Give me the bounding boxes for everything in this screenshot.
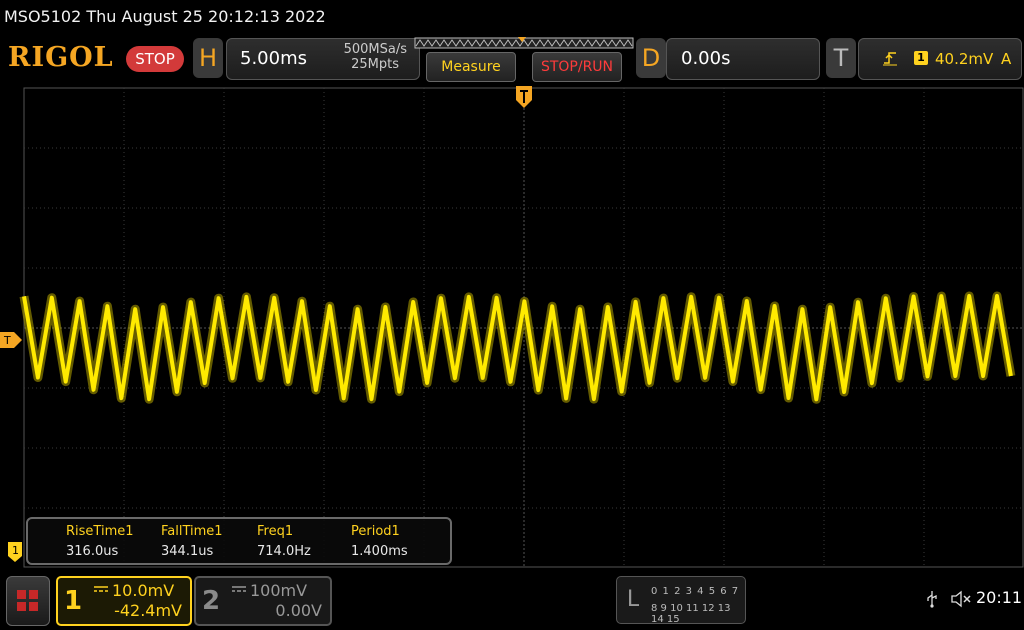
waveform-display[interactable] bbox=[0, 84, 1024, 568]
trigger-mode: A bbox=[1001, 50, 1012, 68]
ch1-offset-marker-label: 1 bbox=[12, 544, 19, 557]
ch1-offset: -42.4mV bbox=[114, 601, 182, 620]
measurement-name: RiseTime1 bbox=[66, 524, 134, 539]
menu-grid-icon bbox=[17, 590, 38, 611]
stop-run-button[interactable]: STOP/RUN bbox=[532, 52, 622, 82]
trigger-menu-button[interactable]: T bbox=[826, 38, 856, 78]
measurement-rise-time: RiseTime1 316.0us bbox=[66, 519, 134, 559]
ch1-number: 1 bbox=[64, 586, 83, 616]
measurement-value: 1.400ms bbox=[351, 544, 408, 559]
memory-position-strip[interactable] bbox=[414, 37, 634, 49]
trigger-panel[interactable]: 1 40.2mV A bbox=[858, 38, 1022, 80]
measurement-frequency: Freq1 714.0Hz bbox=[257, 519, 311, 559]
logic-channels-row2: 8 9 10 11 12 13 14 15 bbox=[651, 603, 731, 625]
main-menu-button[interactable] bbox=[6, 576, 50, 626]
measurement-period: Period1 1.400ms bbox=[351, 519, 408, 559]
measurement-value: 714.0Hz bbox=[257, 544, 311, 559]
measurement-panel[interactable]: RiseTime1 316.0us FallTime1 344.1us Freq… bbox=[26, 517, 452, 565]
trigger-level-marker[interactable]: T bbox=[0, 332, 22, 348]
ch2-vertical-scale: 100mV bbox=[250, 581, 308, 600]
sample-rate: 500MSa/s bbox=[343, 42, 407, 57]
measurement-value: 344.1us bbox=[161, 544, 214, 559]
horizontal-panel[interactable]: 5.00ms 500MSa/s 25Mpts bbox=[226, 38, 420, 80]
logic-channels-row1: 0 1 2 3 4 5 6 7 bbox=[651, 586, 740, 597]
measurement-name: Period1 bbox=[351, 524, 400, 539]
measurement-name: FallTime1 bbox=[161, 524, 223, 539]
trigger-position-marker[interactable] bbox=[516, 86, 532, 110]
ch1-vertical-scale: 10.0mV bbox=[112, 581, 175, 600]
trigger-level-marker-label: T bbox=[3, 334, 11, 347]
trigger-level: 40.2mV bbox=[935, 50, 994, 68]
delay-panel[interactable]: 0.00s bbox=[666, 38, 820, 80]
speaker-mute-icon[interactable] bbox=[950, 590, 972, 608]
delay-value: 0.00s bbox=[681, 48, 731, 69]
trigger-rising-edge-icon bbox=[883, 52, 897, 66]
ch1-settings[interactable]: 1 10.0mV -42.4mV bbox=[56, 576, 192, 626]
measurement-name: Freq1 bbox=[257, 524, 294, 539]
logic-analyzer-panel[interactable]: L 0 1 2 3 4 5 6 7 8 9 10 11 12 13 14 15 bbox=[616, 576, 746, 625]
ch2-settings[interactable]: 2 100mV 0.00V bbox=[194, 576, 332, 626]
ch2-offset: 0.00V bbox=[275, 601, 322, 620]
usb-icon bbox=[927, 591, 937, 608]
logic-letter: L bbox=[626, 587, 640, 612]
brand-logo: RIGOL bbox=[8, 42, 114, 73]
ch2-number: 2 bbox=[202, 586, 221, 616]
trigger-source: 1 bbox=[914, 51, 928, 65]
title-bar: MSO5102 Thu August 25 20:12:13 2022 bbox=[4, 7, 326, 26]
delay-menu-button[interactable]: D bbox=[636, 38, 666, 78]
clock: 20:11 bbox=[976, 588, 1023, 607]
measurement-value: 316.0us bbox=[66, 544, 119, 559]
memory-depth: 25Mpts bbox=[351, 57, 399, 72]
measure-button[interactable]: Measure bbox=[426, 52, 516, 82]
timebase-value: 5.00ms bbox=[240, 48, 307, 69]
run-status-badge[interactable]: STOP bbox=[126, 46, 184, 72]
dc-coupling-icon bbox=[232, 586, 246, 592]
measurement-fall-time: FallTime1 344.1us bbox=[161, 519, 223, 559]
horizontal-menu-button[interactable]: H bbox=[193, 38, 223, 78]
dc-coupling-icon bbox=[94, 586, 108, 592]
ch1-offset-marker[interactable]: 1 bbox=[8, 542, 22, 562]
